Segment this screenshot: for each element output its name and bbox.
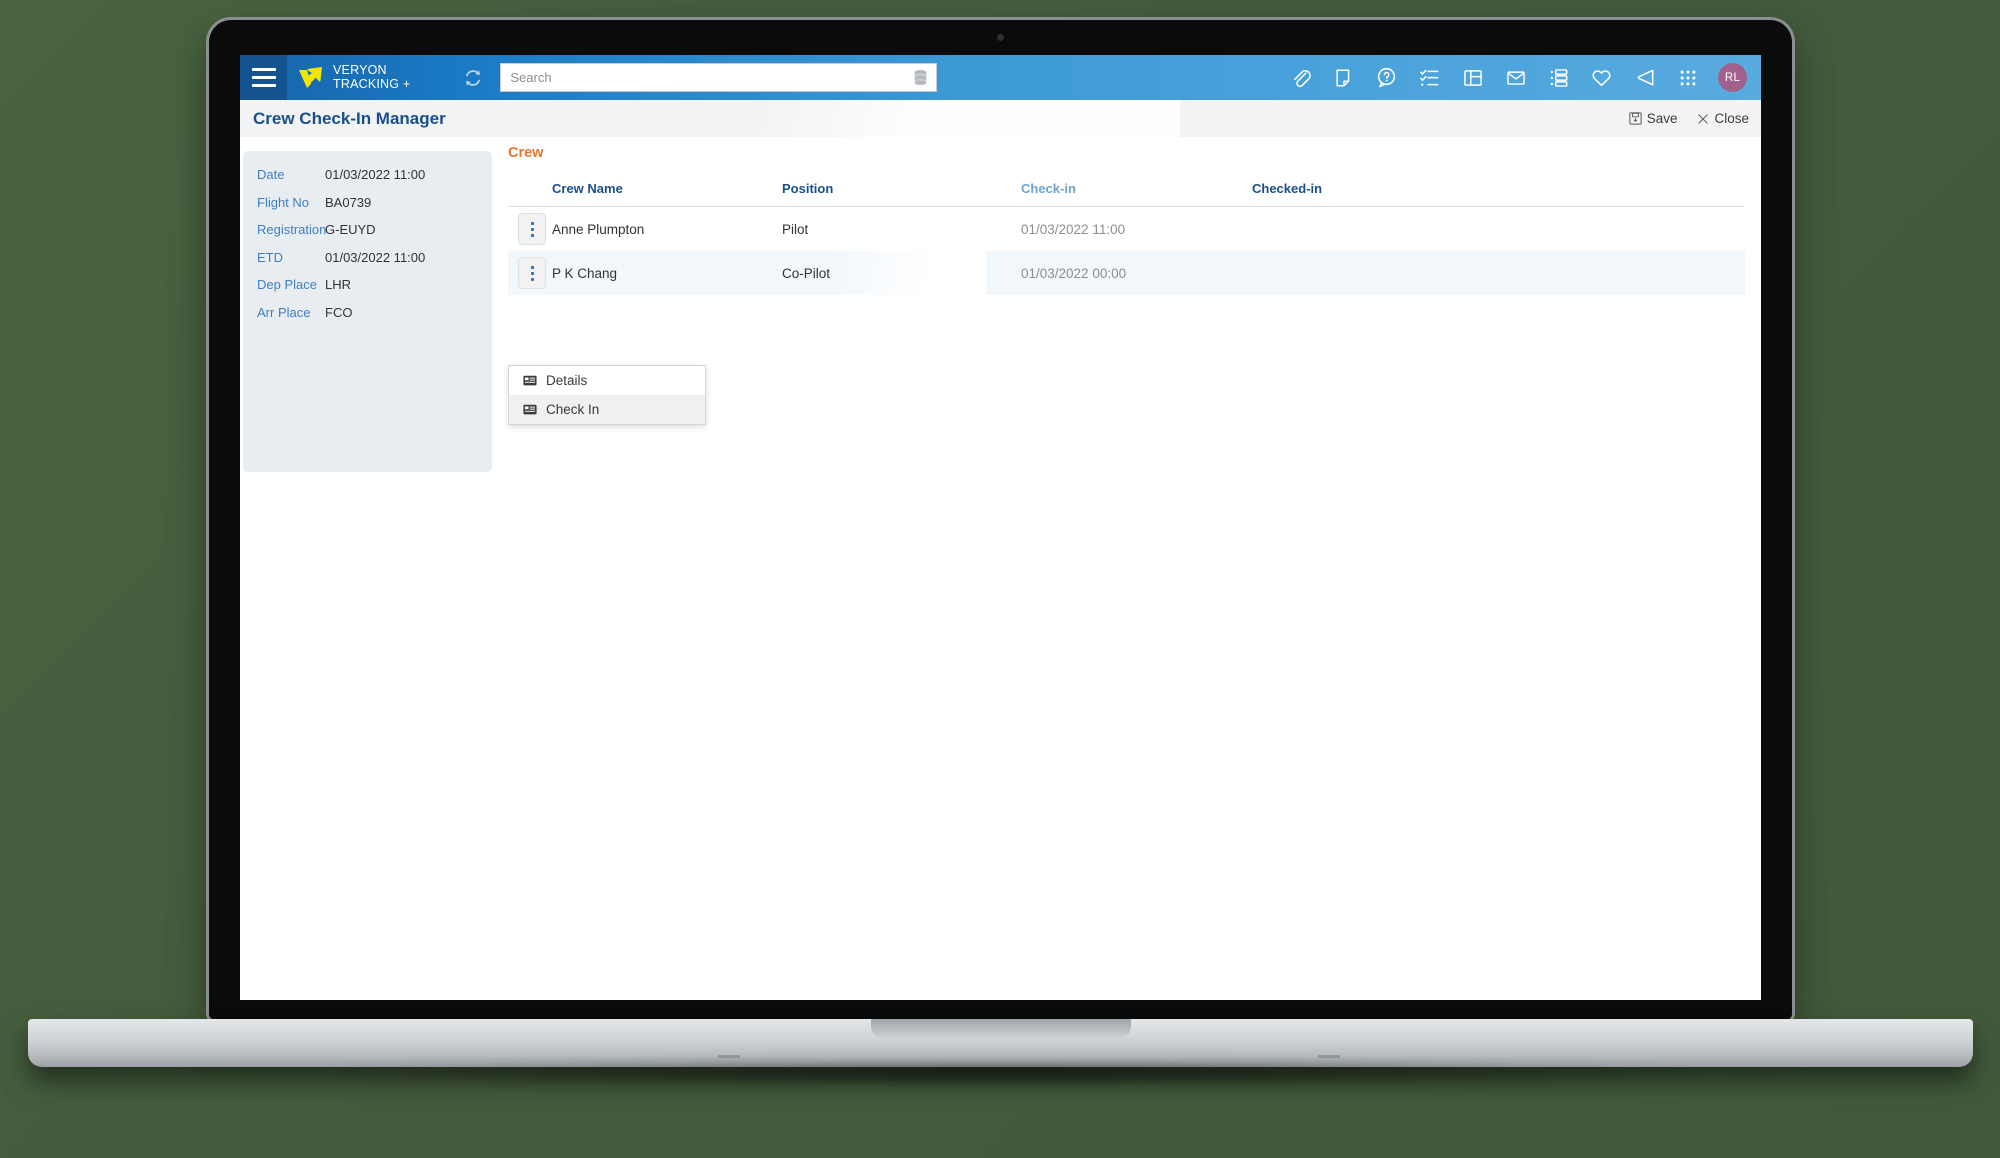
app-topbar: VERYON TRACKING + Search RL (240, 55, 1761, 100)
menu-item-label: Check In (546, 402, 600, 417)
list-icon[interactable] (1546, 65, 1571, 90)
brand-text: VERYON TRACKING + (333, 63, 411, 91)
brand-line-1: VERYON (333, 63, 387, 77)
flight-info-value: 01/03/2022 11:00 (325, 167, 426, 182)
id-card-icon (523, 404, 537, 415)
page-content: Date 01/03/2022 11:00 Flight No BA0739 R… (240, 137, 1761, 1000)
database-icon[interactable] (911, 68, 930, 87)
search-input[interactable] (501, 64, 937, 91)
megaphone-icon[interactable] (1632, 65, 1657, 90)
flight-info-row: Date 01/03/2022 11:00 (243, 167, 492, 195)
cell-crew-name: P K Chang (552, 265, 618, 281)
checklist-icon[interactable] (1417, 65, 1442, 90)
row-handle-cell (508, 257, 552, 289)
page-title: Crew Check-In Manager (253, 108, 446, 128)
heart-icon[interactable] (1589, 65, 1614, 90)
page-title-bar: Crew Check-In Manager Save Close (240, 100, 1761, 138)
crew-section: Crew Crew Name Position Check-in Checked… (508, 145, 1748, 295)
kebab-dot (530, 271, 534, 275)
kebab-menu-icon[interactable] (518, 213, 546, 245)
flight-info-value: G-EUYD (325, 222, 376, 237)
kebab-dot (530, 233, 534, 237)
help-icon[interactable] (1374, 65, 1399, 90)
id-card-icon (523, 375, 537, 386)
flight-info-label: Date (257, 167, 285, 182)
flight-info-label: Registration (257, 222, 327, 237)
laptop-notch (870, 1019, 1131, 1038)
flight-info-row: Flight No BA0739 (243, 195, 492, 223)
menu-item-details[interactable]: Details (509, 366, 705, 395)
laptop-shadow (300, 1060, 1700, 1086)
flight-info-label: Arr Place (257, 304, 311, 320)
hamburger-icon[interactable] (240, 55, 287, 100)
mail-icon[interactable] (1503, 65, 1528, 90)
kebab-dot (530, 265, 534, 269)
base-vent (718, 1055, 740, 1058)
flight-info-value: 01/03/2022 11:00 (325, 249, 426, 265)
menu-item-label: Details (546, 373, 588, 388)
brand-logo[interactable]: VERYON TRACKING + (297, 63, 424, 92)
flight-info-panel: Date 01/03/2022 11:00 Flight No BA0739 R… (243, 151, 492, 472)
flight-info-value: FCO (325, 304, 353, 320)
flight-info-label: ETD (257, 249, 283, 265)
hamburger-bar (251, 84, 276, 87)
close-button[interactable]: Close (1697, 111, 1749, 126)
attachment-icon[interactable] (1288, 65, 1313, 90)
row-context-menu: Details Check In (508, 365, 706, 425)
refresh-icon[interactable] (462, 67, 484, 89)
webcam (997, 34, 1004, 41)
save-label: Save (1646, 111, 1678, 126)
search-box[interactable] (500, 63, 938, 92)
brand-line-2: TRACKING + (333, 76, 411, 91)
kebab-dot (530, 277, 534, 281)
column-header-checked-in[interactable]: Checked-in (1252, 181, 1482, 196)
save-button[interactable]: Save (1629, 111, 1678, 126)
flight-info-row: Registration G-EUYD (243, 222, 492, 250)
column-header-position[interactable]: Position (782, 181, 1021, 196)
screen-viewport: VERYON TRACKING + Search RL Crew Check-I… (240, 55, 1761, 1000)
menu-item-check-in[interactable]: Check In (509, 395, 705, 424)
save-icon (1629, 112, 1642, 125)
crew-heading: Crew (508, 145, 544, 161)
kebab-dot (530, 221, 534, 225)
apps-grid-icon[interactable] (1675, 65, 1700, 90)
hamburger-bar (251, 68, 276, 71)
flight-info-row: ETD 01/03/2022 11:00 (243, 250, 492, 278)
cell-crew-name: Anne Plumpton (552, 221, 645, 237)
table-row[interactable]: Anne Plumpton Pilot 01/03/2022 11:00 (508, 207, 1745, 251)
base-vent (1318, 1055, 1340, 1058)
kebab-dot (530, 227, 534, 231)
table-row[interactable]: P K Chang Co-Pilot 01/03/2022 00:00 (508, 251, 1745, 295)
cell-position: Pilot (782, 221, 809, 237)
cell-check-in: 01/03/2022 11:00 (1021, 221, 1126, 237)
layout-icon[interactable] (1460, 65, 1485, 90)
flight-info-value: LHR (325, 277, 352, 292)
flight-info-row: Arr Place FCO (243, 305, 492, 333)
flight-info-row: Dep Place LHR (243, 277, 492, 305)
flight-info-label: Dep Place (257, 277, 317, 292)
avatar-initials: RL (1724, 71, 1741, 84)
crew-table: Crew Name Position Check-in Checked-in A… (508, 176, 1745, 295)
topbar-icon-group: RL (1288, 63, 1747, 92)
cell-position: Co-Pilot (782, 265, 831, 281)
note-icon[interactable] (1331, 65, 1356, 90)
page-actions: Save Close (1629, 111, 1749, 126)
flight-info-label: Flight No (257, 194, 310, 210)
kebab-menu-icon[interactable] (518, 257, 546, 289)
column-header-crew-name[interactable]: Crew Name (552, 181, 782, 196)
row-handle-cell (508, 213, 552, 245)
flight-info-value: BA0739 (325, 194, 372, 210)
hamburger-bar (251, 76, 276, 79)
veryon-logo-icon (299, 66, 322, 88)
column-header-check-in[interactable]: Check-in (1021, 181, 1252, 196)
close-icon (1698, 113, 1709, 124)
close-label: Close (1714, 111, 1749, 126)
laptop-mockup: VERYON TRACKING + Search RL Crew Check-I… (0, 0, 2000, 1158)
crew-table-header: Crew Name Position Check-in Checked-in (508, 176, 1745, 207)
cell-check-in: 01/03/2022 00:00 (1021, 265, 1127, 281)
avatar[interactable]: RL (1718, 63, 1747, 92)
